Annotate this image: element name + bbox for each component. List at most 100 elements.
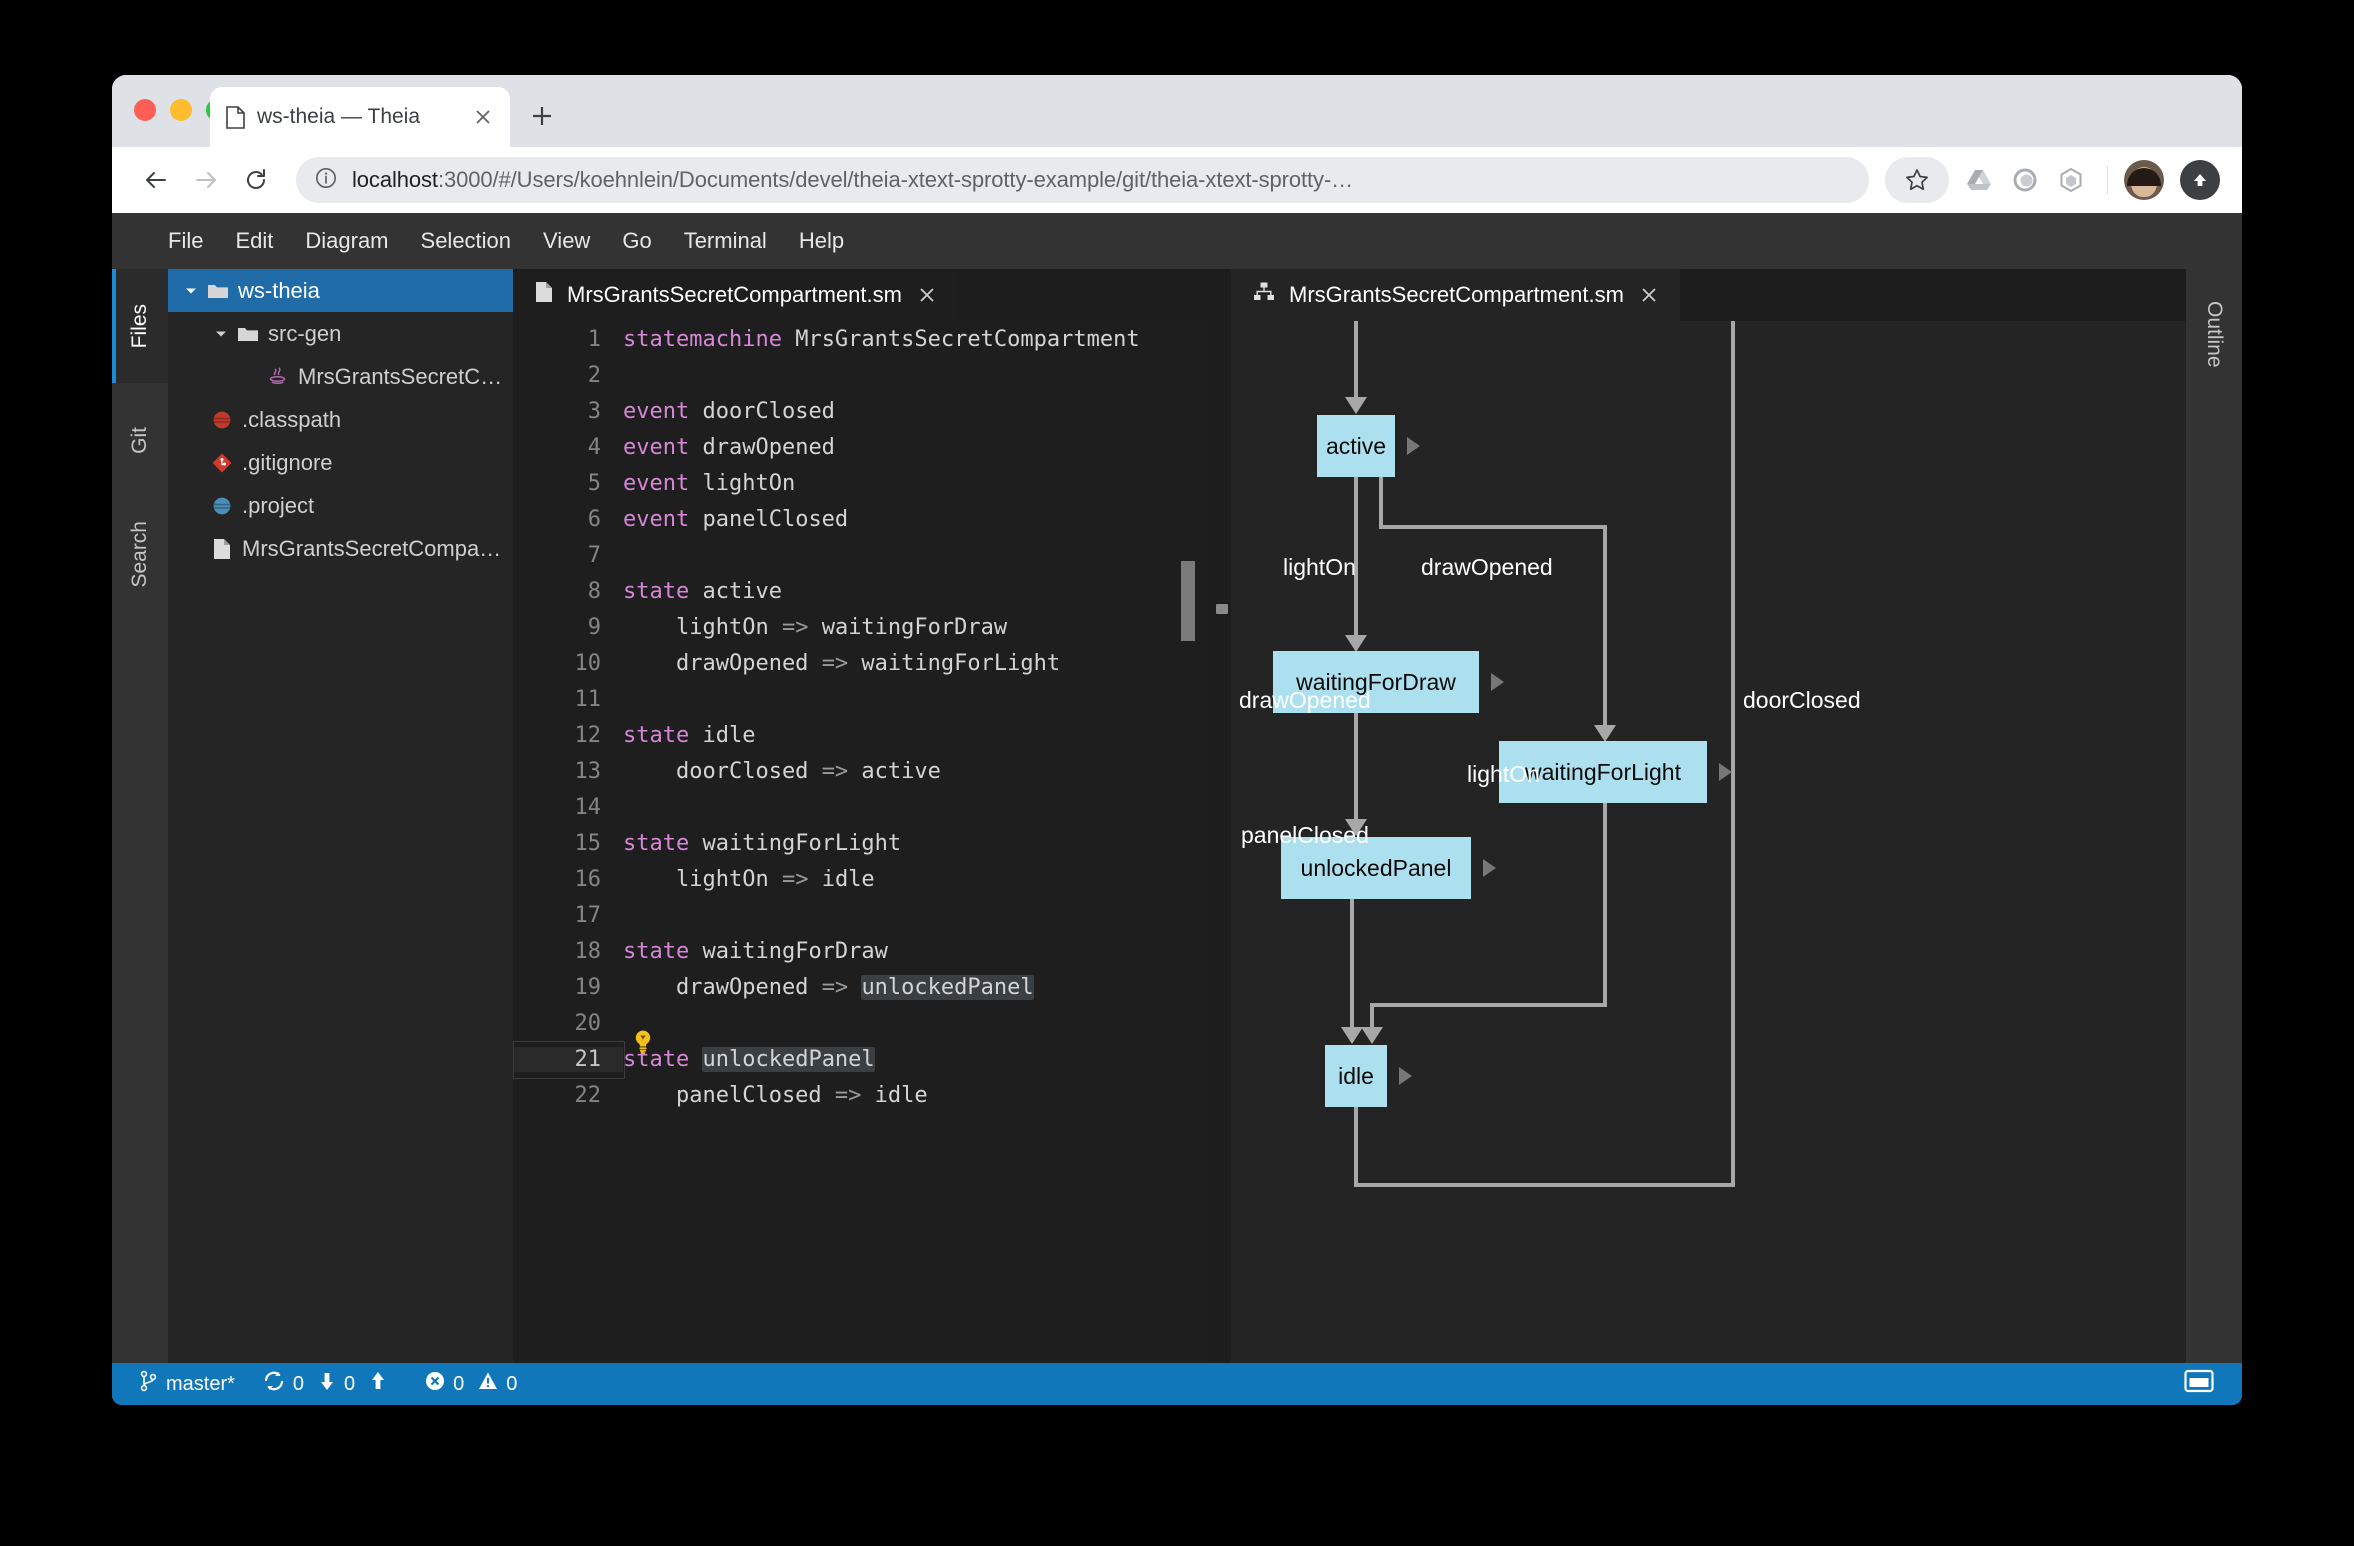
menu-view[interactable]: View [527, 222, 606, 260]
outline-item[interactable]: Outline [2186, 269, 2242, 399]
editor-tab-code[interactable]: MrsGrantsSecretCompartment.sm [513, 269, 958, 321]
status-sync[interactable]: 0 0 [249, 1371, 401, 1397]
edge-active-waitingforlight-seg3 [1603, 525, 1607, 725]
browser-tab-title: ws-theia — Theia [257, 105, 421, 128]
activity-item-files[interactable]: Files [112, 269, 168, 383]
line-number: 2 [587, 362, 601, 388]
code-line: 20 [513, 1005, 1213, 1041]
expand-triangle-icon[interactable] [1491, 673, 1504, 691]
chevron-down-icon[interactable] [208, 327, 234, 341]
close-icon[interactable] [916, 284, 938, 306]
code-line: 4 event drawOpened [513, 429, 1213, 465]
code-line: 15 state waitingForLight [513, 825, 1213, 861]
diagram-node-active[interactable]: active [1317, 415, 1395, 477]
chevron-down-icon[interactable] [178, 284, 204, 298]
expand-triangle-icon[interactable] [1719, 763, 1732, 781]
back-button[interactable] [134, 158, 178, 202]
close-window-button[interactable] [134, 99, 156, 121]
code-line-text: drawOpened => unlockedPanel [623, 974, 1034, 1000]
bookmark-star-icon[interactable] [1885, 157, 1949, 203]
splitter-handle[interactable] [1216, 604, 1228, 614]
line-number: 1 [587, 326, 601, 352]
code-scrollbar-thumb[interactable] [1181, 561, 1195, 641]
status-sync-count: 0 [292, 1372, 305, 1395]
address-bar[interactable]: localhost:3000/#/Users/koehnlein/Documen… [296, 157, 1869, 203]
browser-tab[interactable]: ws-theia — Theia [210, 87, 510, 147]
tree-item-label: ws-theia [238, 277, 320, 303]
code-line: 22 panelClosed => idle [513, 1077, 1213, 1113]
arrow-active-waitingforlight [1594, 725, 1616, 742]
state-machine-diagram[interactable]: active waitingForDraw waitingForLight un… [1231, 321, 2186, 1363]
code-line: 16 lightOn => idle [513, 861, 1213, 897]
edge-label-panelclosed: panelClosed [1241, 822, 1369, 848]
hierarchy-icon [1253, 281, 1275, 309]
forward-button[interactable] [184, 158, 228, 202]
activity-item-git[interactable]: Git [112, 383, 168, 497]
status-layout-toggle[interactable] [2170, 1369, 2228, 1399]
line-number: 10 [574, 650, 602, 676]
activity-item-search-label: Search [128, 520, 151, 588]
tree-item-classpath[interactable]: .classpath [168, 398, 513, 441]
line-number: 14 [574, 794, 602, 820]
code-line: 7 [513, 537, 1213, 573]
menu-diagram[interactable]: Diagram [289, 222, 404, 260]
expand-triangle-icon[interactable] [1483, 859, 1496, 877]
edge-waitingforlight-idle-seg1 [1603, 803, 1607, 1007]
status-branch[interactable]: master* [126, 1370, 249, 1398]
tree-item-src-gen[interactable]: src-gen [168, 312, 513, 355]
tree-item-ws-theia[interactable]: ws-theia [168, 269, 513, 312]
minimize-window-button[interactable] [170, 99, 192, 121]
code-line: 17 [513, 897, 1213, 933]
tree-item-mrsgrants-java[interactable]: MrsGrantsSecretCom… [168, 355, 513, 398]
reload-button[interactable] [234, 158, 278, 202]
lightbulb-icon[interactable] [631, 1029, 655, 1055]
code-editor[interactable]: 1 statemachine MrsGrantsSecretCompartment… [513, 321, 1213, 1363]
code-scrollbar[interactable] [1181, 321, 1195, 1363]
editor-tab-title: MrsGrantsSecretCompartment.sm [1289, 282, 1624, 307]
new-tab-button[interactable] [527, 101, 557, 131]
activity-item-search[interactable]: Search [112, 497, 168, 611]
tree-item-label: .classpath [242, 406, 342, 432]
code-line: 11 [513, 681, 1213, 717]
editor-splitter[interactable] [1213, 269, 1231, 1363]
folder-icon [234, 325, 262, 343]
avatar[interactable] [2124, 160, 2164, 200]
menu-edit[interactable]: Edit [219, 222, 289, 260]
google-drive-icon[interactable] [1959, 160, 1999, 200]
status-problems[interactable]: 0 0 [411, 1371, 531, 1397]
menu-go[interactable]: Go [606, 222, 667, 260]
code-line-text: lightOn => idle [623, 866, 875, 892]
tree-item-mrsgrants-sm[interactable]: MrsGrantsSecretCompa… [168, 527, 513, 570]
menu-help[interactable]: Help [783, 222, 860, 260]
circle-extension-icon[interactable] [2005, 160, 2045, 200]
edge-label-lighton-1: lightOn [1283, 554, 1356, 580]
status-bar: master* 0 0 0 0 [112, 1363, 2242, 1405]
code-line-text: state waitingForLight [623, 830, 902, 856]
expand-triangle-icon[interactable] [1407, 437, 1420, 455]
browser-toolbar: localhost:3000/#/Users/koehnlein/Documen… [112, 147, 2242, 213]
close-icon[interactable] [1638, 284, 1660, 306]
line-number: 17 [574, 902, 602, 928]
ide-body: Files Git Search ws-theia src-gen MrsGra… [112, 269, 2242, 1363]
arrow-unlockedpanel-idle [1341, 1027, 1363, 1044]
close-icon[interactable] [472, 106, 494, 128]
menu-file[interactable]: File [152, 222, 219, 260]
hexagon-extension-icon[interactable] [2051, 160, 2091, 200]
diagram-node-idle[interactable]: idle [1325, 1045, 1387, 1107]
line-number: 8 [587, 578, 601, 604]
menu-terminal[interactable]: Terminal [668, 222, 783, 260]
tree-item-gitignore[interactable]: .gitignore [168, 441, 513, 484]
tree-item-project[interactable]: .project [168, 484, 513, 527]
info-circle-icon[interactable] [314, 166, 338, 195]
menu-selection[interactable]: Selection [405, 222, 528, 260]
code-line-text: doorClosed => active [623, 758, 941, 784]
code-line-text: event panelClosed [623, 506, 849, 532]
arrow-entry-to-active [1345, 397, 1367, 414]
editor-tab-diagram[interactable]: MrsGrantsSecretCompartment.sm [1231, 269, 1680, 321]
code-line: 21 state unlockedPanel [513, 1041, 1213, 1079]
expand-triangle-icon[interactable] [1399, 1067, 1412, 1085]
git-file-icon [208, 452, 236, 474]
update-arrow-icon[interactable] [2180, 160, 2220, 200]
code-editor-panel: MrsGrantsSecretCompartment.sm 1 statemach… [513, 269, 1213, 1363]
classpath-file-icon [208, 409, 236, 431]
